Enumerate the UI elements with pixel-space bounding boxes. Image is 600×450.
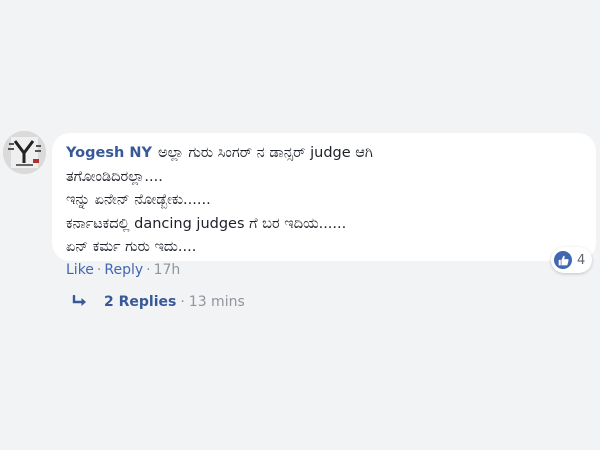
- separator: ·: [180, 294, 185, 310]
- reply-arrow-icon: [72, 295, 86, 306]
- replies-count-link[interactable]: 2 Replies: [104, 293, 176, 311]
- like-link[interactable]: Like: [66, 262, 94, 278]
- comment-timestamp[interactable]: 17h: [154, 262, 181, 278]
- reaction-summary[interactable]: 4: [551, 247, 593, 273]
- comment-bubble: Yogesh NY ಅಲ್ಲಾ ಗುರು ಸಿಂಗರ್ ನ ಡಾನ್ಸರ್ jud…: [52, 133, 596, 261]
- comment-line: ಕರ್ನಾಟಕದಲ್ಲಿ dancing judges ಗೆ ಬರ ಇದಿಯ..…: [66, 215, 347, 232]
- comment-line: Yogesh NY ಅಲ್ಲಾ ಗುರು ಸಿಂಗರ್ ನ ಡಾನ್ಸರ್ jud…: [66, 142, 586, 166]
- comment-line: ತಗೋಂಡಿದಿರಲ್ಲಾ....: [66, 168, 163, 185]
- view-replies[interactable]: 2 Replies · 13 mins: [72, 293, 245, 311]
- comment-text: ಅಲ್ಲಾ ಗುರು ಸಿಂಗರ್ ನ ಡಾನ್ಸರ್ judge ಆಗಿ: [157, 145, 373, 161]
- comment-actions: Like · Reply · 17h: [66, 261, 180, 279]
- reply-link[interactable]: Reply: [104, 262, 143, 278]
- separator: ·: [96, 262, 102, 278]
- thumbs-up-icon: [554, 251, 572, 269]
- comment-avatar[interactable]: [3, 131, 46, 174]
- comment-line: ಇನ್ನು ಏನೇನ್ ನೋಡ್ಬೇಕು......: [66, 192, 211, 208]
- reaction-count: 4: [577, 252, 586, 268]
- separator: ·: [146, 262, 151, 278]
- comment-line: ಏನ್ ಕರ್ಮ ಗುರು ಇದು....: [66, 239, 197, 255]
- comment-author[interactable]: Yogesh NY: [66, 145, 152, 161]
- reply-timestamp[interactable]: 13 mins: [189, 293, 245, 311]
